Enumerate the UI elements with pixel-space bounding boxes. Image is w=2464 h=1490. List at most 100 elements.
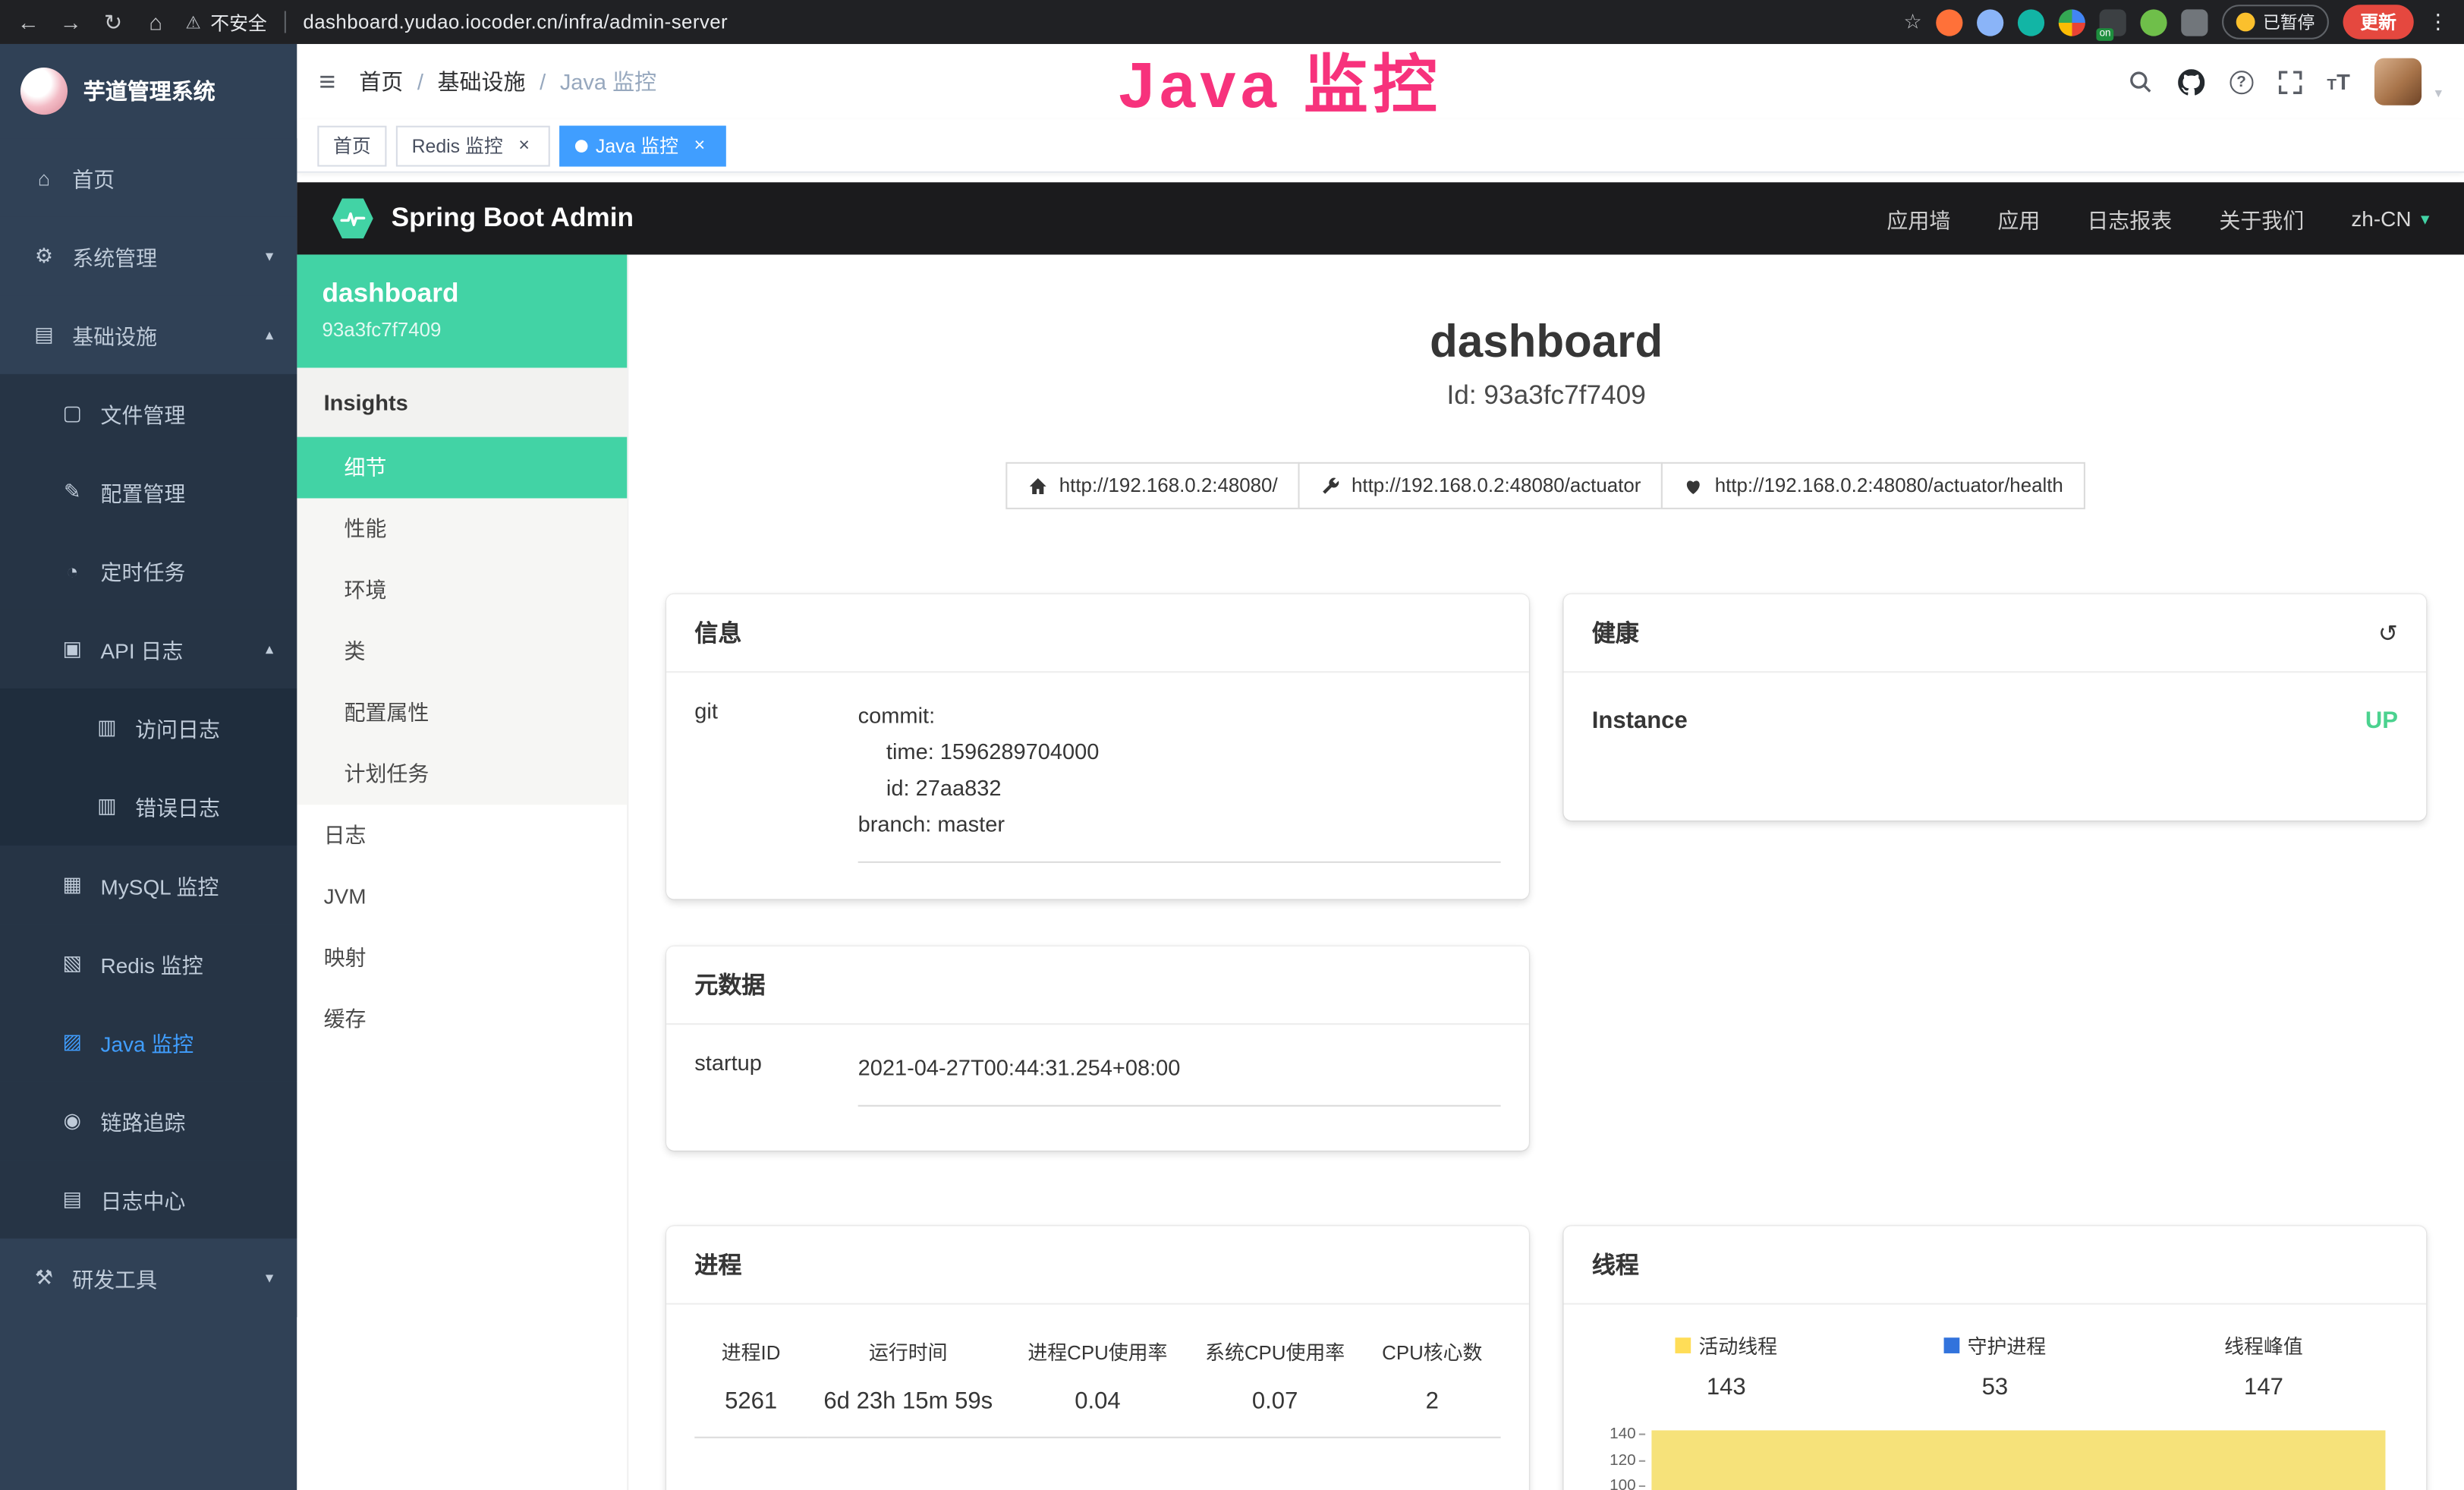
sidebar-item-access-logs[interactable]: ▥ 访问日志 [0,688,297,767]
extension-icon-grid[interactable] [2059,8,2085,35]
sba-item-jvm[interactable]: JVM [297,866,627,928]
sba-nav-journal[interactable]: 日志报表 [2087,203,2172,234]
legend-label: 守护进程 [1968,1330,2047,1359]
chevron-down-icon: ▾ [266,1269,273,1287]
process-card-title: 进程 [666,1226,1529,1305]
site-security-chip[interactable]: ⚠ 不安全 [185,8,266,35]
browser-home-button[interactable]: ⌂ [143,9,168,34]
avatar-caret-icon[interactable]: ▾ [2435,84,2442,102]
extension-icon-switch[interactable]: on [2100,8,2126,35]
sba-item-environment[interactable]: 环境 [297,559,627,621]
sba-nav-about[interactable]: 关于我们 [2219,203,2304,234]
extension-puzzle-icon[interactable] [2181,8,2208,35]
threads-card-title: 线程 [1563,1226,2426,1305]
health-url-link[interactable]: http://192.168.0.2:48080/actuator/health [1661,462,2085,509]
sidebar-item-java-monitor[interactable]: ▨ Java 监控 [0,1003,297,1082]
extension-icon-leaf[interactable] [2140,8,2167,35]
sba-item-metrics[interactable]: 性能 [297,498,627,559]
sba-main-content: dashboard Id: 93a3fc7f7409 http://192.16… [628,254,2464,1490]
tab-redis-monitor[interactable]: Redis 监控 × [396,125,550,166]
git-branch-line: branch: master [858,807,1501,843]
breadcrumb-infrastructure[interactable]: 基础设施 [438,66,526,97]
extension-icon-teal[interactable] [2018,8,2044,35]
app-logo-row[interactable]: 芋道管理系统 [0,44,297,138]
actuator-url-link[interactable]: http://192.168.0.2:48080/actuator [1298,462,1663,509]
sba-nav-wallboard[interactable]: 应用墙 [1887,203,1950,234]
help-icon[interactable]: ? [2230,70,2253,93]
sba-instance-sidebar: dashboard 93a3fc7f7409 Insights 细节 性能 环境… [297,254,628,1490]
metadata-card-title: 元数据 [666,947,1529,1025]
sidebar-item-api-logs[interactable]: ▣ API 日志 ▴ [0,610,297,688]
sidebar-item-scheduled-tasks[interactable]: ◔ 定时任务 [0,531,297,610]
browser-menu-kebab-icon[interactable]: ⋮ [2428,9,2448,34]
sba-navbar: Spring Boot Admin 应用墙 应用 日志报表 关于我们 zh-CN… [297,182,2464,254]
sidebar-item-error-logs[interactable]: ▥ 错误日志 [0,767,297,846]
sba-item-classes[interactable]: 类 [297,621,627,682]
info-card: 信息 git commit: time: 1596289704000 id: 2… [666,594,1529,899]
on-badge: on [2096,27,2113,40]
hamburger-icon[interactable]: ≡ [319,65,335,98]
paused-button[interactable]: 已暂停 [2222,5,2329,39]
tab-home[interactable]: 首页 [317,125,386,166]
sidebar-item-home[interactable]: ⌂ 首页 [0,138,297,217]
update-button[interactable]: 更新 [2343,5,2414,39]
sba-item-scheduled-tasks[interactable]: 计划任务 [297,743,627,805]
sidebar-item-infrastructure[interactable]: ▤ 基础设施 ▴ [0,295,297,374]
bookmark-star-icon[interactable]: ☆ [1903,9,1921,34]
gear-icon: ⚙ [31,244,56,269]
process-value: 0.04 [1009,1384,1187,1437]
tab-label: 首页 [333,132,371,159]
search-icon[interactable] [2127,69,2152,94]
sba-item-details[interactable]: 细节 [297,437,627,499]
sidebar-item-label: 定时任务 [101,555,186,586]
sidebar-item-label: 日志中心 [101,1183,186,1214]
link-url: http://192.168.0.2:48080/actuator [1352,474,1641,496]
sba-item-config-props[interactable]: 配置属性 [297,682,627,744]
fullscreen-icon[interactable] [2278,70,2302,93]
tab-java-monitor[interactable]: Java 监控 × [559,125,725,166]
avatar[interactable] [2375,58,2422,106]
warning-icon: ⚠ [185,12,200,33]
log-icon: ▥ [94,794,119,819]
sidebar-item-file-management[interactable]: ▢ 文件管理 [0,374,297,453]
sidebar-item-label: 错误日志 [135,791,220,822]
sba-item-logs[interactable]: 日志 [297,805,627,866]
back-button[interactable]: ← [16,9,41,34]
locale-label: zh-CN [2351,206,2411,230]
sidebar-item-mysql-monitor[interactable]: ▦ MySQL 监控 [0,846,297,925]
sba-item-caches[interactable]: 缓存 [297,989,627,1051]
extension-icon-drop[interactable] [1977,8,2003,35]
text-size-icon[interactable]: TT [2327,69,2349,94]
sidebar-item-config-management[interactable]: ✎ 配置管理 [0,452,297,531]
legend-daemon-threads: 守护进程 53 [1861,1330,2129,1400]
instance-id: 93a3fc7f7409 [323,319,603,341]
breadcrumb-home[interactable]: 首页 [359,66,403,97]
url-text[interactable]: dashboard.yudao.iocoder.cn/infra/admin-s… [303,11,728,33]
sba-nav-applications[interactable]: 应用 [1997,203,2040,234]
close-icon[interactable]: × [514,135,534,156]
chevron-down-icon: ▾ [266,247,273,265]
sidebar-item-tracing[interactable]: ◉ 链路追踪 [0,1082,297,1161]
sba-item-mappings[interactable]: 映射 [297,928,627,989]
sidebar-item-log-center[interactable]: ▤ 日志中心 [0,1160,297,1239]
process-value: 6d 23h 15m 59s [807,1384,1009,1437]
reload-button[interactable]: ↻ [101,8,126,35]
insights-group: 细节 性能 环境 类 配置属性 计划任务 [297,437,627,805]
forward-button[interactable]: → [58,9,83,34]
github-icon[interactable] [2178,68,2204,95]
service-url-link[interactable]: http://192.168.0.2:48080/ [1005,462,1299,509]
process-col-header: 进程CPU使用率 [1009,1330,1187,1384]
process-value: 2 [1364,1384,1501,1437]
edit-icon: ✎ [60,480,85,505]
sidebar-item-redis-monitor[interactable]: ▧ Redis 监控 [0,925,297,1003]
history-icon[interactable]: ↺ [2378,619,2398,647]
locale-select[interactable]: zh-CN ▾ [2351,206,2429,230]
tags-bar: 首页 Redis 监控 × Java 监控 × [297,119,2464,172]
process-col-header: 系统CPU使用率 [1186,1330,1364,1384]
sidebar-item-system-management[interactable]: ⚙ 系统管理 ▾ [0,217,297,296]
annotation-java-monitor: Java 监控 [1119,31,1442,125]
close-icon[interactable]: × [689,135,710,156]
chevron-down-icon: ▾ [2421,208,2429,228]
sidebar-item-dev-tools[interactable]: ⚒ 研发工具 ▾ [0,1239,297,1318]
extension-icon-fox[interactable] [1936,8,1962,35]
